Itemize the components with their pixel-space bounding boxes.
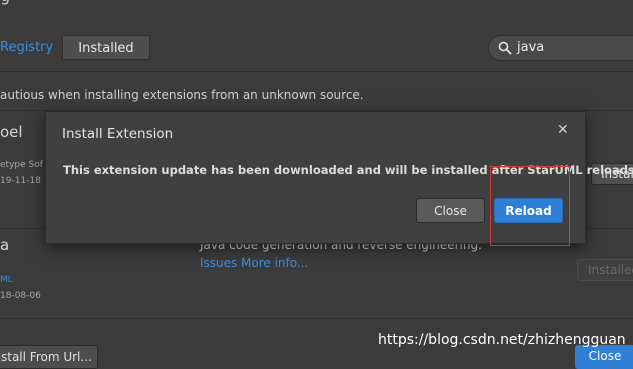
extension-name: a <box>0 236 10 254</box>
header-divider <box>0 71 633 72</box>
extension-date: 18-08-06 <box>0 291 41 301</box>
window-title: g <box>0 0 10 5</box>
tab-registry[interactable]: Registry <box>0 35 62 60</box>
search-value: java <box>517 40 545 55</box>
dialog-title: Install Extension <box>62 126 174 142</box>
extension-name: oel <box>0 123 23 141</box>
extension-author: etype Sof <box>0 160 43 170</box>
tab-installed[interactable]: Installed <box>62 35 150 60</box>
list-divider <box>0 318 633 319</box>
close-window-button[interactable]: Close <box>575 345 633 369</box>
close-button[interactable]: Close <box>416 198 485 223</box>
issues-link[interactable]: Issues <box>200 256 237 270</box>
install-from-url-button[interactable]: stall From Url... <box>0 345 98 369</box>
search-input[interactable]: java <box>488 35 633 61</box>
search-icon <box>498 41 512 55</box>
extension-author-link[interactable]: ML <box>0 275 13 285</box>
warning-text: autious when installing extensions from … <box>0 88 364 102</box>
watermark-text: https://blog.csdn.net/zhizhengguan <box>378 332 626 348</box>
extension-date: 19-11-18 <box>0 176 41 186</box>
more-info-link[interactable]: More info... <box>241 256 308 270</box>
highlight-box <box>490 166 570 246</box>
installed-button: Installed <box>577 259 633 281</box>
close-icon[interactable]: ✕ <box>557 122 569 138</box>
